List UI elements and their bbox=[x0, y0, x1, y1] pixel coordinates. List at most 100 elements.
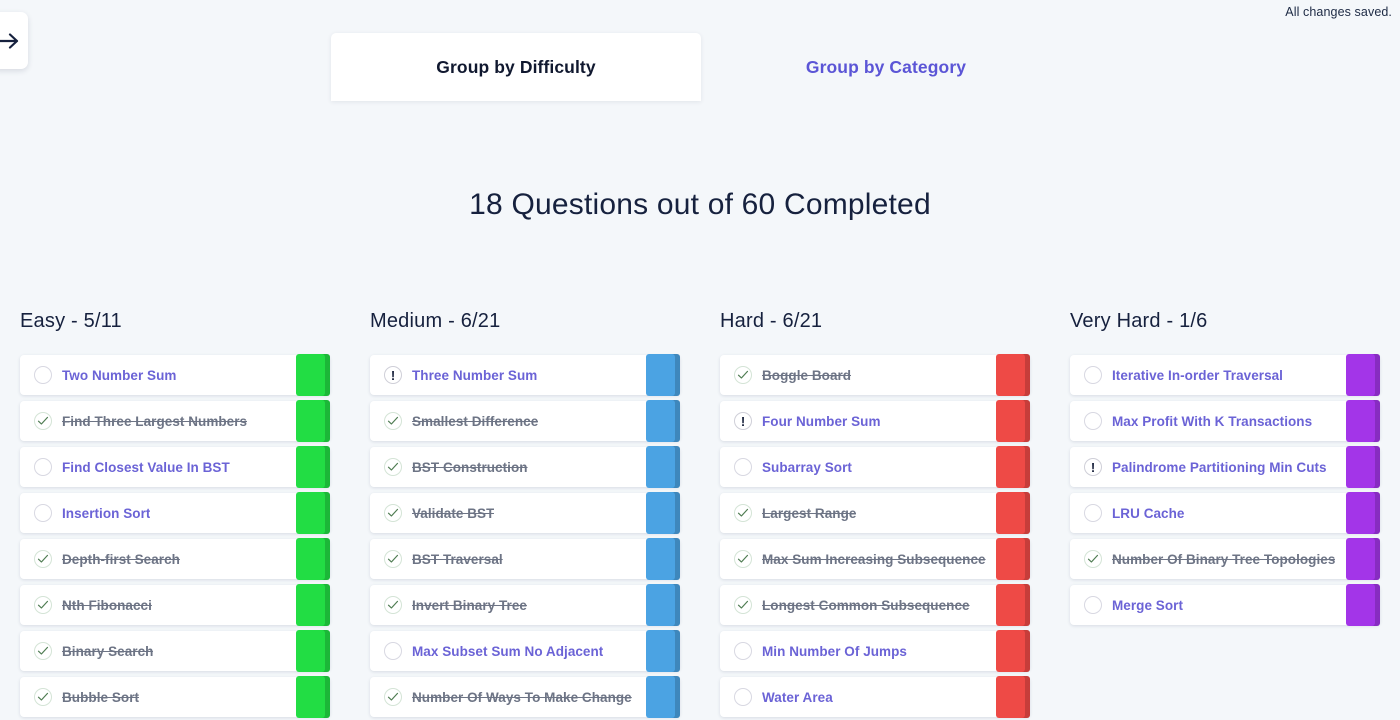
check-circle-icon[interactable] bbox=[734, 596, 752, 614]
check-circle-icon[interactable] bbox=[384, 412, 402, 430]
question-row[interactable]: Min Number Of Jumps bbox=[720, 630, 1030, 672]
question-label: Longest Common Subsequence bbox=[762, 597, 970, 613]
check-circle-icon[interactable] bbox=[34, 550, 52, 568]
question-row[interactable]: Boggle Board bbox=[720, 354, 1030, 396]
exclamation-circle-icon[interactable]: ! bbox=[384, 366, 402, 384]
empty-circle-icon[interactable] bbox=[734, 688, 752, 706]
question-row[interactable]: Bubble Sort bbox=[20, 676, 330, 718]
tab-group-by-difficulty[interactable]: Group by Difficulty bbox=[331, 33, 701, 101]
empty-circle-icon[interactable] bbox=[34, 458, 52, 476]
question-row[interactable]: BST Traversal bbox=[370, 538, 680, 580]
difficulty-tag bbox=[1346, 400, 1380, 442]
question-row[interactable]: ! Palindrome Partitioning Min Cuts bbox=[1070, 446, 1380, 488]
question-row[interactable]: Subarray Sort bbox=[720, 446, 1030, 488]
question-row[interactable]: Water Area bbox=[720, 676, 1030, 718]
empty-circle-icon[interactable] bbox=[1084, 596, 1102, 614]
exclamation-circle-icon[interactable]: ! bbox=[734, 412, 752, 430]
question-row[interactable]: Validate BST bbox=[370, 492, 680, 534]
check-circle-icon[interactable] bbox=[384, 504, 402, 522]
empty-circle-icon[interactable] bbox=[1084, 412, 1102, 430]
question-row[interactable]: Insertion Sort bbox=[20, 492, 330, 534]
column-title: Easy - 5/11 bbox=[20, 310, 122, 332]
question-label: Boggle Board bbox=[762, 367, 852, 383]
check-circle-icon[interactable] bbox=[734, 550, 752, 568]
difficulty-tag bbox=[996, 676, 1030, 718]
question-row[interactable]: Depth-first Search bbox=[20, 538, 330, 580]
question-label: Find Closest Value In BST bbox=[62, 459, 230, 475]
difficulty-tag bbox=[296, 354, 330, 396]
question-row[interactable]: Largest Range bbox=[720, 492, 1030, 534]
tab-group-by-category[interactable]: Group by Category bbox=[701, 33, 1071, 101]
question-row[interactable]: Smallest Difference bbox=[370, 400, 680, 442]
question-row[interactable]: BST Construction bbox=[370, 446, 680, 488]
check-circle-icon[interactable] bbox=[384, 596, 402, 614]
check-circle-icon[interactable] bbox=[384, 688, 402, 706]
check-circle-icon[interactable] bbox=[34, 688, 52, 706]
empty-circle-icon[interactable] bbox=[384, 642, 402, 660]
question-row[interactable]: Longest Common Subsequence bbox=[720, 584, 1030, 626]
difficulty-tag bbox=[646, 584, 680, 626]
question-row[interactable]: ! Three Number Sum bbox=[370, 354, 680, 396]
question-label: Binary Search bbox=[62, 643, 154, 659]
empty-circle-icon[interactable] bbox=[734, 458, 752, 476]
question-row[interactable]: Merge Sort bbox=[1070, 584, 1380, 626]
question-label: Validate BST bbox=[412, 505, 495, 521]
question-row[interactable]: Binary Search bbox=[20, 630, 330, 672]
difficulty-tag bbox=[296, 400, 330, 442]
question-row[interactable]: Max Profit With K Transactions bbox=[1070, 400, 1380, 442]
difficulty-column-very-hard: Very Hard - 1/6 Iterative In-order Traver… bbox=[1050, 310, 1400, 720]
check-circle-icon[interactable] bbox=[1084, 550, 1102, 568]
sidebar-toggle-button[interactable] bbox=[0, 12, 28, 69]
question-row[interactable]: Max Sum Increasing Subsequence bbox=[720, 538, 1030, 580]
check-circle-icon[interactable] bbox=[34, 642, 52, 660]
empty-circle-icon[interactable] bbox=[734, 642, 752, 660]
difficulty-tag bbox=[996, 354, 1030, 396]
question-row[interactable]: Iterative In-order Traversal bbox=[1070, 354, 1380, 396]
difficulty-tag bbox=[296, 538, 330, 580]
top-bar: All changes saved. bbox=[0, 0, 1400, 19]
arrow-right-icon bbox=[0, 31, 21, 51]
question-label: Iterative In-order Traversal bbox=[1112, 367, 1283, 383]
tab-label: Group by Category bbox=[805, 56, 967, 77]
question-label: Max Subset Sum No Adjacent bbox=[412, 643, 604, 659]
empty-circle-icon[interactable] bbox=[1084, 504, 1102, 522]
empty-circle-icon[interactable] bbox=[34, 504, 52, 522]
question-label: Min Number Of Jumps bbox=[762, 643, 907, 659]
difficulty-tag bbox=[296, 676, 330, 718]
check-circle-icon[interactable] bbox=[384, 550, 402, 568]
difficulty-tag bbox=[646, 538, 680, 580]
question-row[interactable]: Two Number Sum bbox=[20, 354, 330, 396]
difficulty-column-hard: Hard - 6/21 Boggle Board ! Four Number Sum S… bbox=[700, 310, 1050, 720]
question-row[interactable]: Number Of Binary Tree Topologies bbox=[1070, 538, 1380, 580]
empty-circle-icon[interactable] bbox=[1084, 366, 1102, 384]
exclamation-circle-icon[interactable]: ! bbox=[1084, 458, 1102, 476]
question-label: Palindrome Partitioning Min Cuts bbox=[1112, 459, 1327, 475]
check-circle-icon[interactable] bbox=[734, 366, 752, 384]
question-label: Subarray Sort bbox=[762, 459, 852, 475]
question-row[interactable]: Invert Binary Tree bbox=[370, 584, 680, 626]
check-circle-icon[interactable] bbox=[34, 412, 52, 430]
check-circle-icon[interactable] bbox=[734, 504, 752, 522]
question-label: Largest Range bbox=[762, 505, 857, 521]
question-row[interactable]: Max Subset Sum No Adjacent bbox=[370, 630, 680, 672]
check-circle-icon[interactable] bbox=[34, 596, 52, 614]
difficulty-columns: Easy - 5/11 Two Number Sum Find Three Larg… bbox=[0, 310, 1400, 720]
check-circle-icon[interactable] bbox=[384, 458, 402, 476]
question-label: Merge Sort bbox=[1112, 597, 1184, 613]
column-title: Medium - 6/21 bbox=[370, 310, 501, 332]
question-row[interactable]: Find Closest Value In BST bbox=[20, 446, 330, 488]
column-title: Hard - 6/21 bbox=[720, 310, 823, 332]
question-list: Iterative In-order Traversal Max Profit W… bbox=[1070, 354, 1380, 626]
question-label: Max Profit With K Transactions bbox=[1112, 413, 1313, 429]
question-row[interactable]: Find Three Largest Numbers bbox=[20, 400, 330, 442]
question-row[interactable]: ! Four Number Sum bbox=[720, 400, 1030, 442]
question-label: Two Number Sum bbox=[62, 367, 177, 383]
empty-circle-icon[interactable] bbox=[34, 366, 52, 384]
difficulty-tag bbox=[996, 538, 1030, 580]
question-row[interactable]: LRU Cache bbox=[1070, 492, 1380, 534]
question-row[interactable]: Number Of Ways To Make Change bbox=[370, 676, 680, 718]
tab-bar: Group by Difficulty Group by Category bbox=[331, 33, 1400, 101]
question-label: BST Construction bbox=[412, 459, 528, 475]
question-row[interactable]: Nth Fibonacci bbox=[20, 584, 330, 626]
difficulty-tag bbox=[646, 446, 680, 488]
